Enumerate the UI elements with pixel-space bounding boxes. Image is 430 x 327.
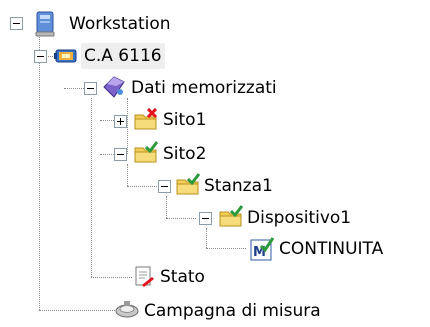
node-label: Workstation <box>69 14 171 34</box>
folder-ok-icon <box>219 205 244 229</box>
tree-node-site1[interactable]: Sito1 <box>0 105 220 135</box>
node-label: Dati memorizzati <box>131 78 277 98</box>
tree-node-stored-data[interactable]: Dati memorizzati <box>0 73 320 103</box>
workstation-icon <box>34 11 58 37</box>
expand-toggle[interactable] <box>114 115 127 128</box>
campaign-icon <box>114 298 139 322</box>
node-label: Stato <box>160 267 205 287</box>
collapse-toggle[interactable] <box>158 180 171 193</box>
node-label: Dispositivo1 <box>247 208 352 228</box>
folder-error-icon <box>134 107 158 132</box>
tree-node-site2[interactable]: Sito2 <box>0 139 220 169</box>
node-label: Stanza1 <box>204 176 273 196</box>
tree-node-instrument[interactable]: C.A 6116 <box>0 41 240 71</box>
node-label: Sito2 <box>163 144 207 164</box>
collapse-toggle[interactable] <box>10 17 23 30</box>
collapse-toggle[interactable] <box>199 212 212 225</box>
tree-node-device1[interactable]: Dispositivo1 <box>0 203 351 233</box>
instrument-icon <box>54 44 78 68</box>
measurement-ok-icon: M <box>249 236 275 261</box>
collapse-toggle[interactable] <box>84 82 97 95</box>
tree-view[interactable]: Workstation C.A 6116 Dati memorizzati Si… <box>0 0 430 322</box>
node-label: CONTINUITA <box>279 239 384 259</box>
tree-node-measurement[interactable]: M CONTINUITA <box>0 234 430 264</box>
folder-ok-icon <box>176 173 201 197</box>
node-label: Campagna di misura <box>144 301 321 321</box>
folder-ok-icon <box>134 141 159 165</box>
collapse-toggle[interactable] <box>34 50 47 63</box>
tree-node-workstation[interactable]: Workstation <box>0 9 200 39</box>
node-label: Sito1 <box>163 110 207 130</box>
status-document-icon <box>132 265 156 289</box>
collapse-toggle[interactable] <box>114 148 127 161</box>
tree-node-room1[interactable]: Stanza1 <box>0 171 273 201</box>
tree-node-status[interactable]: Stato <box>0 262 220 292</box>
node-label: C.A 6116 <box>81 43 165 69</box>
stored-data-icon <box>102 75 126 99</box>
